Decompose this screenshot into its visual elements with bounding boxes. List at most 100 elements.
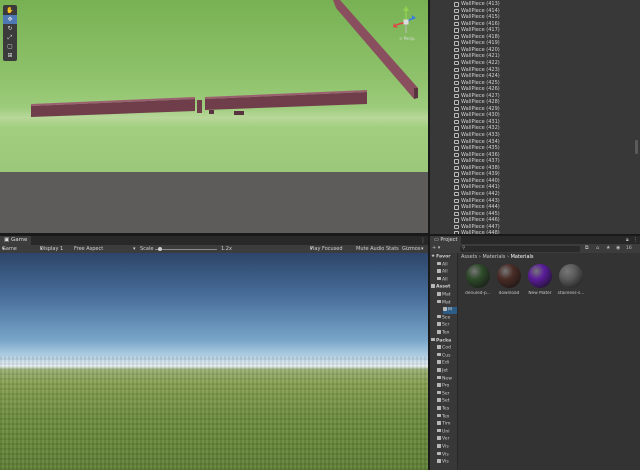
tree-item[interactable]: Tim xyxy=(437,421,450,427)
tab-game[interactable]: ▣ Game xyxy=(0,236,32,245)
folder-icon xyxy=(437,459,441,463)
tree-item[interactable]: Ser xyxy=(437,390,450,397)
add-button[interactable]: + ▾ xyxy=(432,244,440,253)
material-asset[interactable]: download xyxy=(495,264,523,300)
search-icon: ⚲ xyxy=(462,245,466,251)
gameobject-icon xyxy=(454,139,459,145)
gameobject-icon xyxy=(454,41,459,46)
gizmos-chevron-icon[interactable]: ▾ xyxy=(421,245,424,253)
move-icon[interactable]: ✥ xyxy=(3,15,17,24)
folder-icon xyxy=(437,330,441,334)
folder-icon xyxy=(437,375,441,380)
material-asset[interactable]: denuled-p... xyxy=(464,264,492,300)
tree-item[interactable]: Vis xyxy=(437,444,449,450)
tab-project-label: Project xyxy=(440,237,458,243)
scale-icon[interactable]: ⤢ xyxy=(3,33,17,42)
folder-icon xyxy=(437,451,441,456)
tree-item[interactable]: Tex xyxy=(437,413,450,420)
folder-icon xyxy=(437,383,441,387)
tree-item[interactable]: Vis xyxy=(437,451,449,458)
tree-item[interactable]: Edi xyxy=(437,360,449,366)
tree-item[interactable]: Jet xyxy=(437,368,448,374)
breadcrumb-item[interactable]: Assets xyxy=(461,254,477,260)
hierarchy-scrollbar[interactable] xyxy=(635,140,638,154)
gameobject-icon xyxy=(454,87,459,92)
scale-slider-track[interactable] xyxy=(155,249,217,250)
tree-item[interactable]: All xyxy=(437,276,448,283)
breadcrumb-item[interactable]: Materials xyxy=(482,254,505,260)
scene-view[interactable]: ✋ ✥ ↻ ⤢ ▢ ⊞ < Persp xyxy=(0,0,428,233)
tree-item-label: Asset xyxy=(436,284,451,290)
tree-item[interactable]: Sce xyxy=(437,314,451,321)
tab-game-label: Game xyxy=(10,237,28,243)
hierarchy-item[interactable]: WallPiece (448) xyxy=(430,230,640,234)
gameobject-icon xyxy=(454,152,459,158)
tree-item[interactable]: Packa xyxy=(431,337,451,344)
rotate-icon[interactable]: ↻ xyxy=(3,24,17,33)
material-asset[interactable]: New Mater xyxy=(526,264,554,300)
project-tab-bar: ▭ Project 🔒︎ ⋮ xyxy=(430,236,640,244)
tree-item-label: Sce xyxy=(442,315,451,321)
filter-type-icon[interactable]: ⧉ xyxy=(585,244,589,253)
aspect-chevron-icon[interactable]: ▾ xyxy=(133,245,136,253)
tree-item[interactable]: Pro xyxy=(437,383,449,389)
gameobject-icon xyxy=(454,218,459,223)
tree-item[interactable]: Tex xyxy=(437,330,450,336)
rect-icon[interactable]: ▢ xyxy=(3,42,17,51)
game-viewport[interactable] xyxy=(0,253,428,470)
tree-item-label: Edi xyxy=(442,360,450,366)
tree-item-label: Vis xyxy=(442,459,449,465)
tree-item[interactable]: Ver xyxy=(437,436,450,442)
tree-item-label: All xyxy=(442,261,448,267)
tree-item[interactable]: Asset xyxy=(431,284,450,290)
tree-item-label: Vis xyxy=(442,444,449,450)
tree-item[interactable]: M xyxy=(443,307,457,314)
hierarchy-panel: WallPiece (413) WallPiece (414) WallPiece … xyxy=(430,0,640,234)
tree-item[interactable]: Vis xyxy=(437,459,449,465)
tree-item[interactable]: Mat xyxy=(437,299,451,306)
orientation-gizmo[interactable]: < Persp xyxy=(392,6,420,41)
lock-icon[interactable]: 🔒︎ xyxy=(626,236,629,244)
gameobject-icon xyxy=(454,8,459,14)
tree-item[interactable]: Uni xyxy=(437,428,450,435)
tree-item[interactable]: Scr xyxy=(437,322,449,328)
tree-item[interactable]: Tes xyxy=(437,406,449,412)
transform-icon[interactable]: ⊞ xyxy=(3,51,17,60)
scale-slider-handle[interactable] xyxy=(158,247,162,251)
star-icon xyxy=(431,337,435,342)
tree-item-label: M xyxy=(448,307,452,313)
favorite-icon[interactable]: ★ xyxy=(606,244,610,253)
material-asset[interactable]: stainless-s... xyxy=(557,264,585,300)
gameobject-icon xyxy=(454,191,459,197)
tree-item[interactable]: All xyxy=(437,269,448,275)
breadcrumb: Assets › Materials › Materials xyxy=(461,254,534,260)
stats-button[interactable]: Stats xyxy=(386,245,399,253)
tab-menu-icon[interactable]: ⋮ xyxy=(633,236,638,244)
game-dropdown[interactable]: Game ▾ xyxy=(2,245,17,253)
display-dropdown[interactable]: Display 1 ▾ xyxy=(40,245,63,253)
material-preview-icon xyxy=(497,264,521,288)
folder-icon xyxy=(437,299,441,304)
material-preview-icon xyxy=(466,264,490,288)
gameobject-icon xyxy=(454,21,459,27)
tree-item[interactable]: ★Favor xyxy=(431,254,451,260)
tree-item[interactable]: Mat xyxy=(437,292,451,298)
hand-icon[interactable]: ✋ xyxy=(3,6,17,15)
breadcrumb-item[interactable]: Materials xyxy=(511,254,534,260)
tree-item[interactable]: All xyxy=(437,261,448,268)
tab-menu-icon[interactable]: ⋮ xyxy=(420,236,426,245)
gameobject-icon xyxy=(454,93,459,99)
tab-project[interactable]: ▭ Project xyxy=(430,236,462,244)
mute-audio-button[interactable]: Mute Audio xyxy=(356,245,384,253)
tree-item[interactable]: Cod xyxy=(437,345,451,351)
tree-item[interactable]: New xyxy=(437,375,452,382)
gizmos-button[interactable]: Gizmos xyxy=(402,245,420,253)
perspective-label[interactable]: < Persp xyxy=(399,36,415,41)
tree-item[interactable]: Cus xyxy=(437,352,451,359)
hidden-packages-icon[interactable]: ◉ xyxy=(616,244,620,253)
game-grass-terrain xyxy=(0,356,428,470)
play-focused-dropdown[interactable]: Play Focused ▾ xyxy=(310,245,343,253)
tree-item[interactable]: Set xyxy=(437,398,450,404)
filter-label-icon[interactable]: ⌂ xyxy=(596,244,599,253)
search-input[interactable]: ⚲ xyxy=(460,245,580,252)
